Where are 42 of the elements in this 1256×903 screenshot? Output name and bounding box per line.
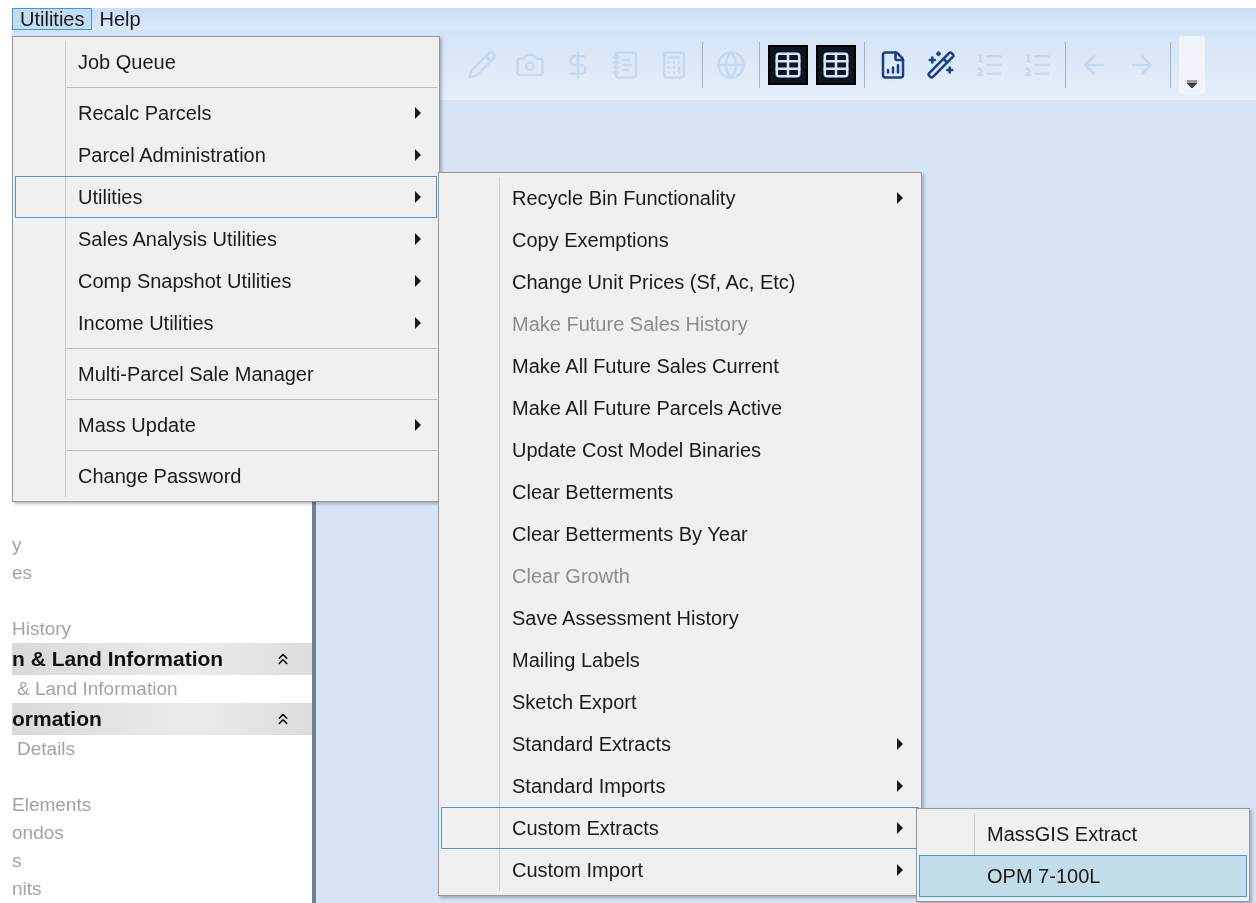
toolbar-button[interactable] (816, 45, 856, 85)
section-header[interactable]: ormation (12, 703, 312, 735)
caret-icon (1186, 80, 1198, 88)
menu-item[interactable]: Clear Betterments By Year (441, 513, 919, 555)
menu-item[interactable]: Mailing Labels (441, 639, 919, 681)
pencil-icon (467, 50, 497, 80)
menu-item[interactable]: Standard Imports (441, 765, 919, 807)
menu-item[interactable]: Update Cost Model Binaries (441, 429, 919, 471)
menu-item[interactable]: Sketch Export (441, 681, 919, 723)
menu-item[interactable]: Comp Snapshot Utilities (15, 260, 437, 302)
menu-item[interactable]: Custom Extracts (441, 807, 919, 849)
menu-item[interactable]: MassGIS Extract (919, 813, 1247, 855)
menu-item[interactable]: Change Password (15, 455, 437, 497)
menu-item[interactable]: Change Unit Prices (Sf, Ac, Etc) (441, 261, 919, 303)
table-icon (773, 50, 803, 80)
section-title: n & Land Information (12, 647, 224, 671)
menu-bar-item[interactable]: Help (92, 8, 148, 30)
menu-item[interactable]: Sales Analysis Utilities (15, 218, 437, 260)
table-icon (821, 50, 851, 80)
menu-item[interactable]: Copy Exemptions (441, 219, 919, 261)
menu-item[interactable]: Multi-Parcel Sale Manager (15, 353, 437, 395)
wand-icon (926, 50, 956, 80)
menu-item[interactable]: Parcel Administration (15, 134, 437, 176)
section-title: ormation (12, 707, 102, 731)
menu-item[interactable]: Job Queue (15, 41, 437, 83)
menu-item[interactable]: Clear Betterments (441, 471, 919, 513)
menu-item[interactable]: Custom Import (441, 849, 919, 891)
menu-item[interactable]: Utilities (15, 176, 437, 218)
menu-bar-item[interactable]: Utilities (12, 8, 93, 30)
toolbar-button[interactable] (768, 45, 808, 85)
menu-item[interactable]: Income Utilities (15, 302, 437, 344)
menu-item[interactable]: Save Assessment History (441, 597, 919, 639)
menu-item[interactable]: Recalc Parcels (15, 92, 437, 134)
globe-icon (716, 50, 746, 80)
menu-item[interactable]: Mass Update (15, 404, 437, 446)
menu-item[interactable]: OPM 7-100L (919, 855, 1247, 897)
menu-item[interactable]: Make All Future Sales Current (441, 345, 919, 387)
menu-item[interactable]: Recycle Bin Functionality (441, 177, 919, 219)
toolbar-overflow-button[interactable] (1179, 36, 1205, 94)
menu-item[interactable]: Standard Extracts (441, 723, 919, 765)
section-header[interactable]: n & Land Information (12, 643, 312, 675)
menu-item[interactable]: Make All Future Parcels Active (441, 387, 919, 429)
